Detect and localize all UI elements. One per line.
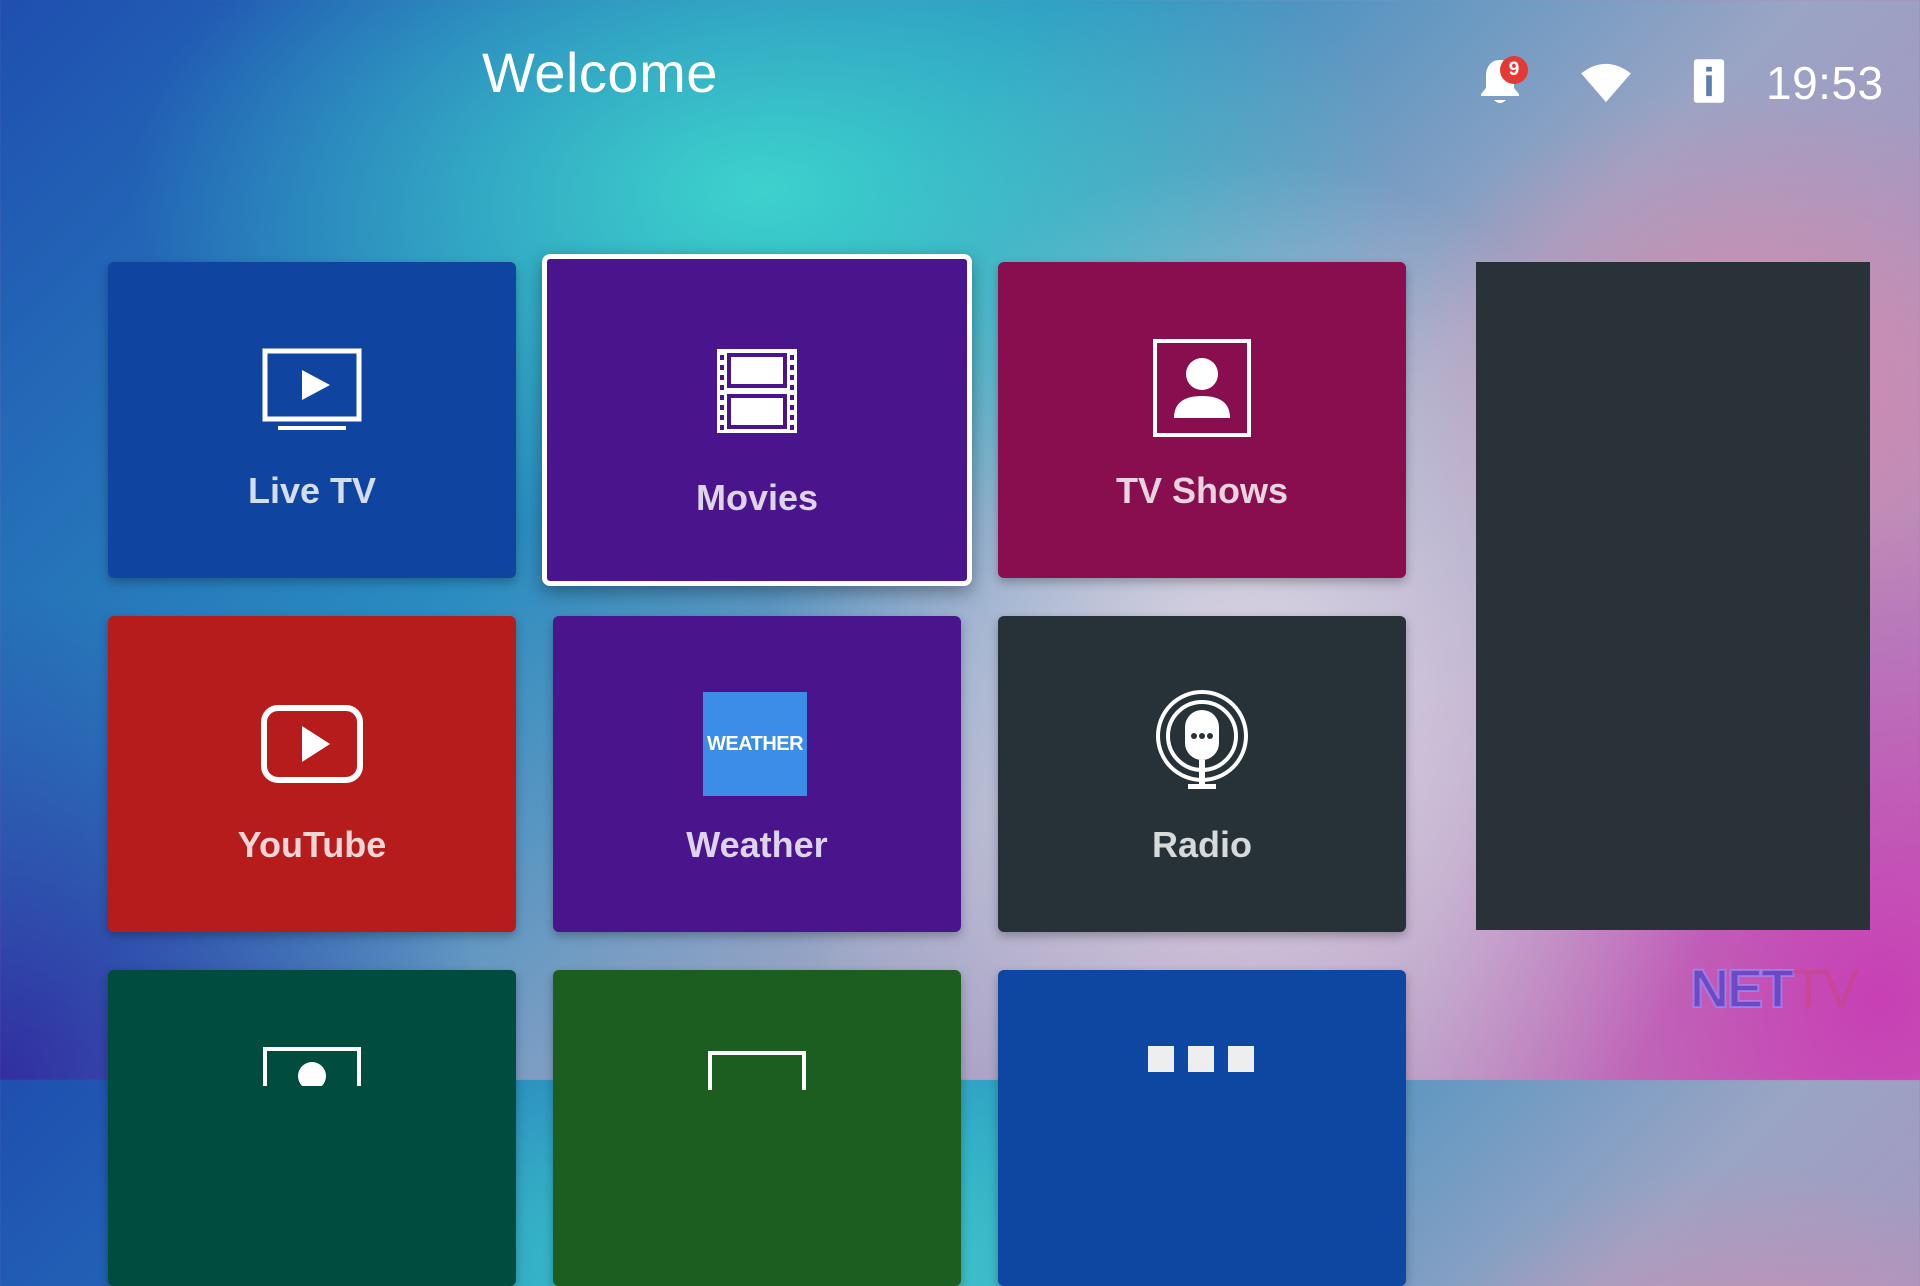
tile-youtube[interactable]: YouTube	[108, 616, 516, 932]
podcast-mic-icon	[1156, 690, 1248, 789]
tile-more-apps[interactable]	[998, 970, 1406, 1286]
tile-label: YouTube	[237, 824, 387, 865]
screen-icon	[708, 1051, 806, 1090]
clock: 19:53	[1766, 57, 1884, 109]
portrait-icon	[263, 1047, 361, 1086]
youtube-play-icon	[261, 705, 363, 783]
tile-tv-shows[interactable]: TV Shows	[998, 262, 1406, 578]
tv-play-icon	[262, 348, 362, 430]
tile-live-tv[interactable]: Live TV	[108, 262, 516, 578]
tile-label: Radio	[1151, 824, 1252, 865]
tile-movies[interactable]: Movies	[542, 254, 972, 586]
tile-label: TV Shows	[1115, 470, 1289, 511]
tile-row3-2[interactable]	[553, 970, 961, 1286]
side-panel	[1476, 262, 1870, 930]
user-portrait-icon	[1153, 339, 1251, 437]
wifi-icon[interactable]	[1578, 60, 1634, 104]
notification-badge: 9	[1500, 56, 1528, 84]
net-tv-logo: NETTV	[1689, 959, 1859, 1019]
tile-label: Weather	[686, 824, 828, 865]
film-strip-icon	[717, 349, 797, 433]
tile-row3-1[interactable]	[108, 970, 516, 1286]
info-icon[interactable]	[1692, 56, 1726, 106]
tile-label: Movies	[695, 477, 819, 518]
weather-logo-icon: WEATHER	[703, 692, 807, 796]
page-title: Welcome	[482, 41, 718, 104]
tile-label: Live TV	[247, 470, 377, 511]
tile-radio[interactable]: Radio	[998, 616, 1406, 932]
more-apps-icon	[1148, 1046, 1254, 1072]
tile-weather[interactable]: WEATHER Weather	[553, 616, 961, 932]
